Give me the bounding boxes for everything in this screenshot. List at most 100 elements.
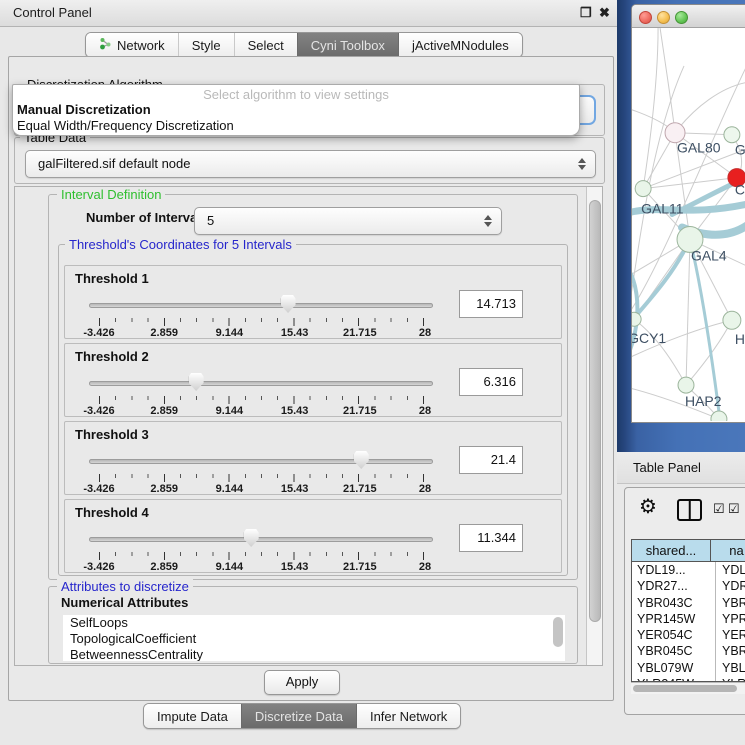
scale-label: 28	[419, 561, 431, 573]
horizontal-scrollbar[interactable]	[631, 682, 745, 694]
node-label: C	[735, 182, 745, 198]
node-hap2[interactable]	[678, 377, 694, 393]
scale-label: 2.859	[150, 561, 178, 573]
horizontal-scrollbar-thumb[interactable]	[633, 685, 737, 692]
table-row[interactable]: YER054CYER0	[632, 627, 745, 643]
list-item[interactable]: TopologicalCoefficient	[63, 631, 565, 647]
checkbox-icon[interactable]: ☑	[713, 501, 725, 517]
table-row[interactable]: YBL079WYBL0	[632, 660, 745, 676]
scale-label: -3.426	[83, 483, 114, 495]
threshold-1-value-field[interactable]: 14.713	[459, 290, 523, 318]
threshold-1-panel: Threshold 1 -3.426 2.859 9.144 15.43 21.…	[64, 265, 562, 339]
slider-scale-labels: -3.426 2.859 9.144 15.43 21.715 28	[99, 483, 425, 495]
gear-icon[interactable]: ⚙	[639, 496, 657, 518]
network-nodes[interactable]	[632, 123, 745, 421]
number-of-intervals-label: Number of Intervals	[86, 210, 208, 225]
number-of-intervals-value: 5	[207, 208, 214, 233]
table-data-combobox[interactable]: galFiltered.sif default node	[25, 150, 596, 178]
numerical-attributes-heading: Numerical Attributes	[61, 595, 188, 610]
dropdown-option-equal-width[interactable]: Equal Width/Frequency Discretization	[16, 118, 577, 134]
threshold-3-thumb[interactable]	[354, 451, 369, 469]
threshold-3-value-field[interactable]: 21.4	[459, 446, 523, 474]
threshold-2-thumb[interactable]	[189, 373, 204, 391]
columns-icon[interactable]	[677, 499, 702, 521]
tab-network-label: Network	[117, 34, 165, 57]
table-panel-titlebar: Table Panel	[617, 452, 745, 484]
minimize-traffic-light-icon[interactable]	[657, 11, 670, 24]
tab-cyni-toolbox[interactable]: Cyni Toolbox	[297, 33, 398, 57]
slider-scale-labels: -3.426 2.859 9.144 15.43 21.715 28	[99, 327, 425, 339]
checkbox-icon[interactable]: ☑	[728, 501, 740, 517]
zoom-traffic-light-icon[interactable]	[675, 11, 688, 24]
close-traffic-light-icon[interactable]	[639, 11, 652, 24]
table-row[interactable]: YPR145WYPR1	[632, 611, 745, 627]
threshold-2-slider[interactable]: -3.426 2.859 9.144 15.43 21.715 28	[89, 372, 433, 416]
scale-label: 15.43	[281, 483, 309, 495]
scale-label: 2.859	[150, 327, 178, 339]
threshold-2-value-field[interactable]: 6.316	[459, 368, 523, 396]
top-tabbar: Network Style Select Cyni Toolbox jActiv…	[85, 32, 523, 58]
threshold-4-label: Threshold 4	[75, 505, 149, 520]
vertical-scrollbar[interactable]	[586, 187, 602, 665]
slider-major-ticks	[99, 474, 425, 482]
tab-infer-network[interactable]: Infer Network	[356, 704, 460, 728]
table-row[interactable]: YDR27...YDR2	[632, 578, 745, 594]
close-window-icon[interactable]: ✖	[599, 0, 610, 26]
float-window-icon[interactable]: ❐	[580, 0, 592, 26]
slider-major-ticks	[99, 318, 425, 326]
slider-track[interactable]	[89, 459, 433, 464]
tab-style[interactable]: Style	[178, 33, 234, 57]
list-item[interactable]: BetweennessCentrality	[63, 647, 565, 661]
column-header-shared[interactable]: shared...	[632, 540, 711, 561]
scale-label: 21.715	[343, 405, 377, 417]
table-row[interactable]: YBR045CYBR0	[632, 643, 745, 659]
attributes-group-title: Attributes to discretize	[57, 579, 193, 594]
network-view-window[interactable]: GAL80 G C GAL11 GAL4 GCY1 H HAP2	[631, 4, 745, 423]
threshold-4-value-field[interactable]: 11.344	[459, 524, 523, 552]
numerical-attributes-list: SelfLoops TopologicalCoefficient Between…	[63, 615, 565, 661]
list-scrollbar-thumb[interactable]	[553, 617, 563, 647]
threshold-4-slider[interactable]: -3.426 2.859 9.144 15.43 21.715 28	[89, 528, 433, 572]
table-header-row: shared... na	[632, 540, 745, 562]
algorithm-dropdown-popup: Select algorithm to view settings Manual…	[12, 84, 580, 136]
slider-major-ticks	[99, 552, 425, 560]
threshold-1-thumb[interactable]	[281, 295, 296, 313]
network-window-titlebar	[632, 5, 745, 28]
slider-track[interactable]	[89, 537, 433, 542]
node-gcy1[interactable]	[632, 312, 641, 326]
column-header-name[interactable]: na	[711, 540, 745, 561]
tab-impute-label: Impute Data	[157, 705, 228, 728]
threshold-4-panel: Threshold 4 -3.426 2.859 9.144 15.43 21.…	[64, 499, 562, 573]
slider-scale-labels: -3.426 2.859 9.144 15.43 21.715 28	[99, 405, 425, 417]
control-panel-titlebar: Control Panel ❐ ✖	[0, 0, 617, 27]
node-top-right[interactable]	[724, 127, 740, 143]
threshold-3-slider[interactable]: -3.426 2.859 9.144 15.43 21.715 28	[89, 450, 433, 494]
table-row[interactable]: YBR043CYBR0	[632, 595, 745, 611]
tab-select[interactable]: Select	[234, 33, 297, 57]
node-label: GAL4	[691, 247, 727, 263]
tab-impute-data[interactable]: Impute Data	[144, 704, 241, 728]
dropdown-option-manual[interactable]: Manual Discretization	[16, 102, 577, 118]
apply-button[interactable]: Apply	[264, 670, 340, 695]
table-row[interactable]: YDL19...YDL1	[632, 562, 745, 578]
slider-track[interactable]	[89, 303, 433, 308]
scale-label: 28	[419, 327, 431, 339]
threshold-4-thumb[interactable]	[244, 529, 259, 547]
tab-network[interactable]: Network	[86, 33, 178, 57]
number-of-intervals-combobox[interactable]: 5	[194, 207, 502, 235]
tab-cyni-label: Cyni Toolbox	[311, 34, 385, 57]
slider-track[interactable]	[89, 381, 433, 386]
node-label: GAL80	[677, 140, 721, 156]
network-canvas[interactable]: GAL80 G C GAL11 GAL4 GCY1 H HAP2	[632, 28, 745, 421]
threshold-1-label: Threshold 1	[75, 271, 149, 286]
threshold-1-slider[interactable]: -3.426 2.859 9.144 15.43 21.715 28	[89, 294, 433, 338]
tab-discretize-data[interactable]: Discretize Data	[241, 704, 356, 728]
node-right-mid[interactable]	[723, 311, 741, 329]
node-label: GAL11	[641, 201, 684, 217]
vertical-scrollbar-thumb[interactable]	[589, 200, 601, 622]
tab-jactivemnodules[interactable]: jActiveMNodules	[398, 33, 522, 57]
list-item[interactable]: SelfLoops	[63, 615, 565, 631]
tab-discretize-label: Discretize Data	[255, 705, 343, 728]
node-gal11[interactable]	[635, 181, 651, 197]
scale-label: 9.144	[216, 405, 244, 417]
